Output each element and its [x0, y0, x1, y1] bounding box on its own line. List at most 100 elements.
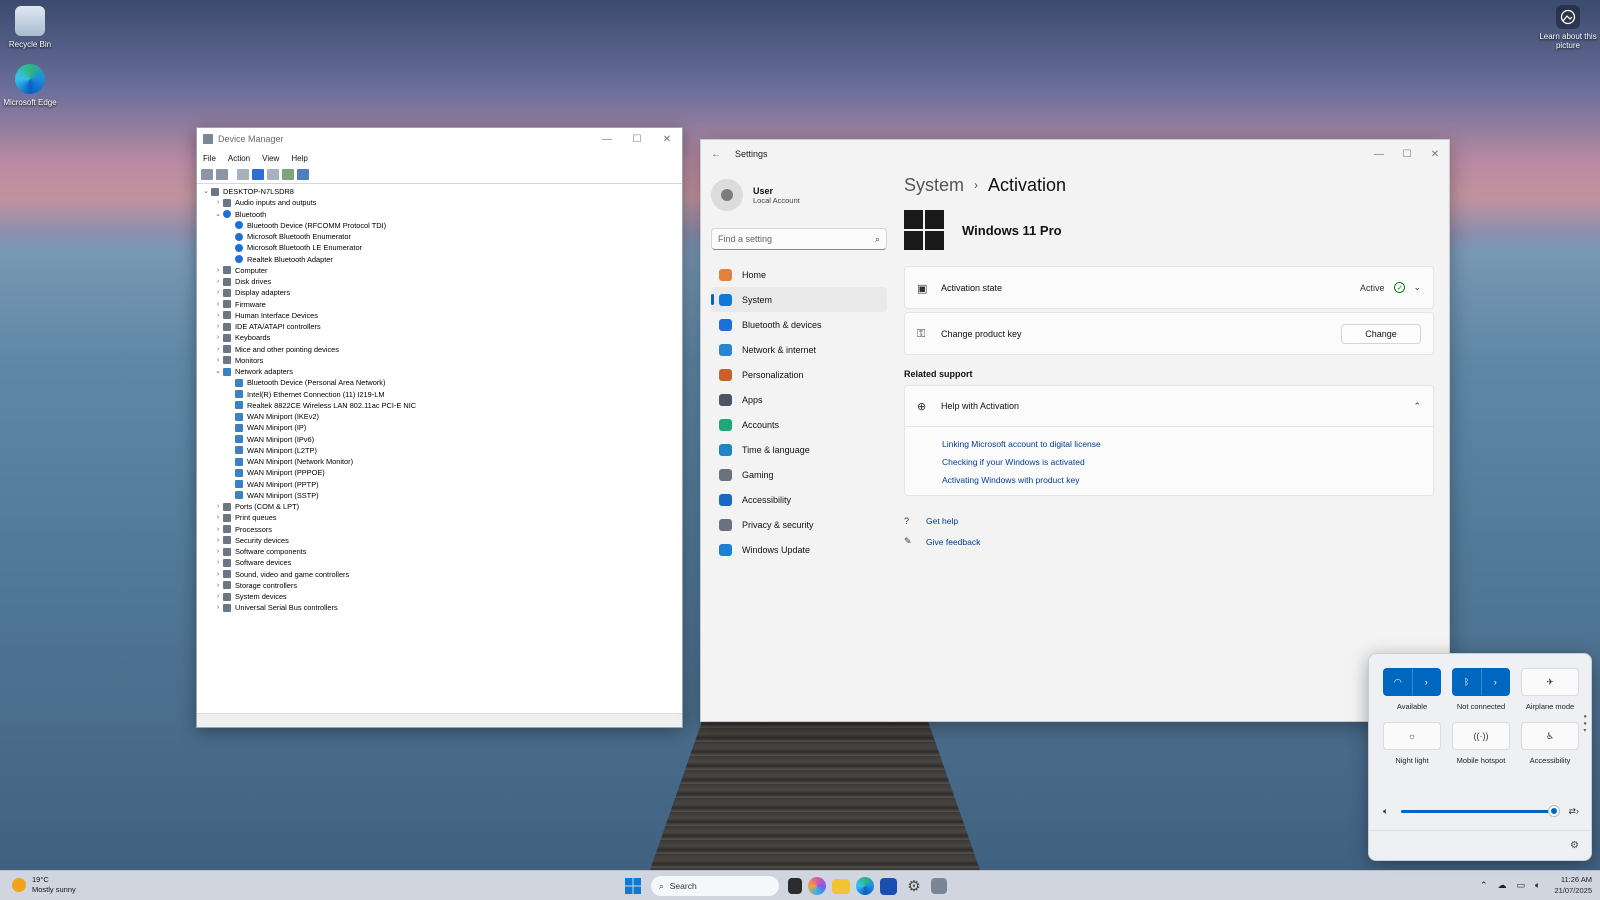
tree-node[interactable]: › Keyboards [201, 332, 682, 343]
chevron-right-icon[interactable]: › [213, 299, 223, 310]
nav-item-windows-update[interactable]: Windows Update [711, 537, 887, 562]
chevron-right-icon[interactable]: › [213, 321, 223, 332]
nav-item-network-internet[interactable]: Network & internet [711, 337, 887, 362]
chevron-right-icon[interactable]: › [213, 512, 223, 523]
chevron-right-icon[interactable]: › [213, 580, 223, 591]
properties-icon[interactable] [237, 169, 249, 180]
tree-node[interactable]: › Security devices [201, 535, 682, 546]
chevron-right-icon[interactable]: › [213, 569, 223, 580]
desktop-icon-edge[interactable]: Microsoft Edge [0, 64, 60, 107]
tree-node[interactable]: WAN Miniport (PPPOE) [201, 467, 682, 478]
nav-item-home[interactable]: Home [711, 262, 887, 287]
volume-icon[interactable]: 🔈︎ [1535, 880, 1540, 891]
chevron-down-icon[interactable]: ⌄ [213, 366, 223, 377]
link-check-activated[interactable]: Checking if your Windows is activated [942, 453, 1433, 471]
tree-node[interactable]: Realtek Bluetooth Adapter [201, 254, 682, 265]
audio-output-icon[interactable]: ⇄› [1568, 806, 1579, 817]
desktop-icon-recycle-bin[interactable]: Recycle Bin [0, 6, 60, 49]
tree-node[interactable]: ⌄ DESKTOP-N7LSDR8 [201, 186, 682, 197]
tree-node[interactable]: › Monitors [201, 355, 682, 366]
network-icon[interactable]: ▭ [1517, 880, 1526, 891]
accessibility-toggle[interactable]: ♿ [1521, 722, 1579, 750]
nav-item-accessibility[interactable]: Accessibility [711, 487, 887, 512]
tree-node[interactable]: › Ports (COM & LPT) [201, 501, 682, 512]
tree-node[interactable]: › Disk drives [201, 276, 682, 287]
menu-file[interactable]: File [203, 154, 216, 163]
tree-node[interactable]: › Software devices [201, 557, 682, 568]
night-light-toggle[interactable]: ☼ [1383, 722, 1441, 750]
back-arrow-icon[interactable]: ← [711, 149, 721, 160]
tree-node[interactable]: › IDE ATA/ATAPI controllers [201, 321, 682, 332]
settings-titlebar[interactable]: ← Settings — ☐ ✕ [701, 140, 1449, 168]
chevron-right-icon[interactable]: › [213, 546, 223, 557]
tree-node[interactable]: › Software components [201, 546, 682, 557]
activation-state-card[interactable]: ▣ Activation state Active ✓ ⌄ [904, 266, 1434, 309]
back-arrow-icon[interactable] [201, 169, 213, 180]
task-view-icon[interactable] [788, 878, 802, 894]
change-button[interactable]: Change [1341, 323, 1421, 344]
settings-window[interactable]: ← Settings — ☐ ✕ User Local Account Find… [700, 139, 1450, 722]
forward-arrow-icon[interactable] [216, 169, 228, 180]
chevron-up-icon[interactable]: ⌃ [1413, 401, 1421, 412]
nav-item-accounts[interactable]: Accounts [711, 412, 887, 437]
tree-node[interactable]: ⌄ Network adapters [201, 366, 682, 377]
tree-node[interactable]: › System devices [201, 591, 682, 602]
tree-node[interactable]: WAN Miniport (IPv6) [201, 434, 682, 445]
tree-node[interactable]: › Audio inputs and outputs [201, 197, 682, 208]
tree-node[interactable]: Realtek 8822CE Wireless LAN 802.11ac PCI… [201, 400, 682, 411]
nav-item-bluetooth-devices[interactable]: Bluetooth & devices [711, 312, 887, 337]
gear-icon[interactable]: ⚙ [1570, 840, 1579, 851]
chevron-right-icon[interactable]: › [213, 535, 223, 546]
onedrive-icon[interactable]: ☁ [1498, 880, 1507, 891]
tree-node[interactable]: › Universal Serial Bus controllers [201, 602, 682, 613]
chevron-down-icon[interactable]: ⌄ [1413, 282, 1421, 293]
store-icon[interactable] [880, 877, 897, 895]
chevron-right-icon[interactable]: › [213, 501, 223, 512]
help-icon[interactable] [252, 169, 264, 180]
start-button[interactable] [622, 875, 644, 897]
view-icon[interactable] [267, 169, 279, 180]
chevron-down-icon[interactable]: ⌄ [213, 209, 223, 220]
tree-node[interactable]: WAN Miniport (L2TP) [201, 445, 682, 456]
file-explorer-icon[interactable] [832, 878, 850, 894]
chevron-right-icon[interactable]: › [213, 265, 223, 276]
tree-node[interactable]: › Mice and other pointing devices [201, 344, 682, 355]
chevron-right-icon[interactable]: › [213, 287, 223, 298]
nav-item-apps[interactable]: Apps [711, 387, 887, 412]
bluetooth-icon[interactable]: ᛒ [1453, 669, 1481, 695]
wifi-icon[interactable]: ◠ [1384, 669, 1412, 695]
nav-item-time-language[interactable]: Time & language [711, 437, 887, 462]
chevron-down-icon[interactable]: ⌄ [201, 186, 211, 197]
chevron-right-icon[interactable]: › [213, 344, 223, 355]
device-manager-titlebar[interactable]: Device Manager — ☐ ✕ [197, 128, 682, 150]
chevron-right-icon[interactable]: › [213, 355, 223, 366]
settings-gear-icon[interactable]: ⚙ [903, 875, 925, 897]
menu-help[interactable]: Help [291, 154, 307, 163]
tree-node[interactable]: WAN Miniport (Network Monitor) [201, 456, 682, 467]
chevron-right-icon[interactable]: › [213, 197, 223, 208]
page-dots[interactable]: ● ● ▾ [1583, 714, 1587, 735]
breadcrumb-parent[interactable]: System [904, 175, 964, 196]
find-setting-input[interactable]: Find a setting ⌕ [711, 228, 887, 250]
chevron-right-icon[interactable]: › [1411, 669, 1441, 695]
give-feedback-link[interactable]: ✎ Give feedback [904, 531, 1434, 552]
menu-action[interactable]: Action [228, 154, 250, 163]
clock[interactable]: 11:26 AM 21/07/2025 [1554, 874, 1592, 896]
tree-node[interactable]: Microsoft Bluetooth Enumerator [201, 231, 682, 242]
device-manager-window[interactable]: Device Manager — ☐ ✕ File Action View He… [196, 127, 683, 728]
close-button[interactable]: ✕ [1421, 149, 1449, 160]
wifi-toggle[interactable]: ◠ › [1383, 668, 1441, 696]
monitor-icon[interactable] [297, 169, 309, 180]
nav-item-privacy-security[interactable]: Privacy & security [711, 512, 887, 537]
chevron-right-icon[interactable]: › [213, 276, 223, 287]
taskbar-search[interactable]: ⌕ Search [650, 875, 780, 897]
tree-node[interactable]: Microsoft Bluetooth LE Enumerator [201, 242, 682, 253]
chevron-right-icon[interactable]: › [213, 591, 223, 602]
user-card[interactable]: User Local Account [711, 172, 887, 218]
edge-icon[interactable] [856, 877, 874, 895]
tree-node[interactable]: › Processors [201, 524, 682, 535]
chevron-right-icon[interactable]: › [1480, 669, 1510, 695]
chevron-right-icon[interactable]: › [213, 332, 223, 343]
chevron-right-icon[interactable]: › [213, 557, 223, 568]
volume-slider[interactable] [1401, 806, 1559, 816]
